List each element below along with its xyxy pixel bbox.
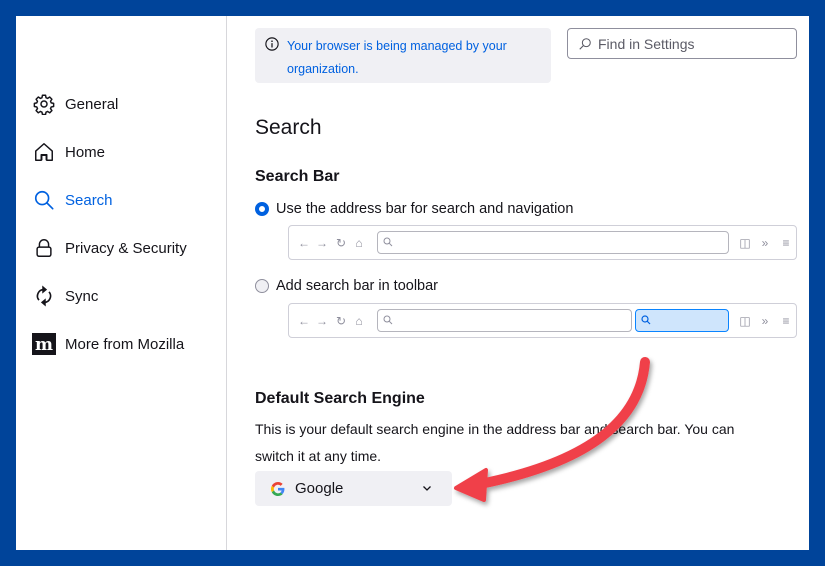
managed-notice: Your browser is being managed by your or… xyxy=(255,28,551,83)
managed-notice-text[interactable]: Your browser is being managed by your xyxy=(287,35,541,58)
sidebar-item-label: General xyxy=(65,95,119,113)
sidebar-item-general[interactable]: General xyxy=(32,88,118,120)
sync-icon xyxy=(32,284,56,308)
url-bar-preview xyxy=(377,309,632,332)
home-icon: ⌂ xyxy=(355,235,363,250)
settings-window: General Home Search Privacy & Security S… xyxy=(16,16,809,550)
svg-text:m: m xyxy=(35,335,53,355)
default-engine-heading: Default Search Engine xyxy=(255,390,425,407)
forward-arrow-icon: → xyxy=(316,235,328,250)
toolbar-preview-address-bar: ← → ↻ ⌂ ◫ » ≡ xyxy=(288,225,797,260)
toolbar-preview-search-bar: ← → ↻ ⌂ ◫ » ≡ xyxy=(288,303,797,338)
sidebar-item-sync[interactable]: Sync xyxy=(32,280,98,312)
default-engine-description: This is your default search engine in th… xyxy=(255,416,775,470)
back-arrow-icon: ← xyxy=(298,235,310,250)
overflow-chevrons-icon: » xyxy=(761,235,769,250)
page-title: Search xyxy=(255,116,322,139)
menu-icon: ≡ xyxy=(782,235,790,250)
info-icon xyxy=(265,37,279,51)
search-icon xyxy=(383,315,393,325)
description-line: switch it at any time. xyxy=(255,448,382,464)
description-line: This is your default search engine in th… xyxy=(255,421,735,437)
radio-button-selected[interactable] xyxy=(255,202,269,216)
radio-add-search-bar[interactable]: Add search bar in toolbar xyxy=(255,278,438,294)
url-bar-preview xyxy=(377,231,729,254)
overflow-chevrons-icon: » xyxy=(761,313,769,328)
sidebar: General Home Search Privacy & Security S… xyxy=(16,16,227,550)
sidebar-icon: ◫ xyxy=(739,235,751,250)
radio-use-address-bar[interactable]: Use the address bar for search and navig… xyxy=(255,201,573,217)
reload-icon: ↻ xyxy=(335,313,347,328)
reload-icon: ↻ xyxy=(335,235,347,250)
sidebar-item-label: Search xyxy=(65,191,113,209)
sidebar-item-home[interactable]: Home xyxy=(32,136,105,168)
gear-icon xyxy=(32,92,56,116)
search-icon xyxy=(32,188,56,212)
radio-label: Use the address bar for search and navig… xyxy=(276,201,574,217)
sidebar-item-label: More from Mozilla xyxy=(65,335,185,353)
forward-arrow-icon: → xyxy=(316,313,328,328)
radio-label: Add search bar in toolbar xyxy=(276,278,439,294)
selected-engine-label: Google xyxy=(295,480,344,497)
search-bar-heading: Search Bar xyxy=(255,168,340,185)
search-icon xyxy=(383,237,393,247)
mozilla-icon: m xyxy=(32,332,56,356)
radio-button-unselected[interactable] xyxy=(255,279,269,293)
sidebar-item-search[interactable]: Search xyxy=(32,184,113,216)
managed-notice-text-2[interactable]: organization. xyxy=(287,58,541,81)
sidebar-item-label: Home xyxy=(65,143,106,161)
sidebar-item-privacy-security[interactable]: Privacy & Security xyxy=(32,232,187,264)
find-placeholder: Find in Settings xyxy=(598,35,695,52)
sidebar-item-label: Sync xyxy=(65,287,99,305)
default-engine-dropdown[interactable]: Google xyxy=(255,471,452,506)
chevron-down-icon xyxy=(423,486,431,491)
find-in-settings-input[interactable]: Find in Settings xyxy=(567,28,797,59)
sidebar-item-label: Privacy & Security xyxy=(65,239,187,257)
lock-icon xyxy=(32,236,56,260)
search-icon xyxy=(641,315,651,325)
menu-icon: ≡ xyxy=(782,313,790,328)
google-icon xyxy=(271,481,285,496)
home-icon xyxy=(32,140,56,164)
sidebar-icon: ◫ xyxy=(739,313,751,328)
home-icon: ⌂ xyxy=(355,313,363,328)
search-icon xyxy=(579,37,591,50)
main-content: Your browser is being managed by your or… xyxy=(227,16,809,550)
sidebar-item-more-from-mozilla[interactable]: m More from Mozilla xyxy=(32,328,184,360)
search-box-preview xyxy=(635,309,729,332)
back-arrow-icon: ← xyxy=(298,313,310,328)
